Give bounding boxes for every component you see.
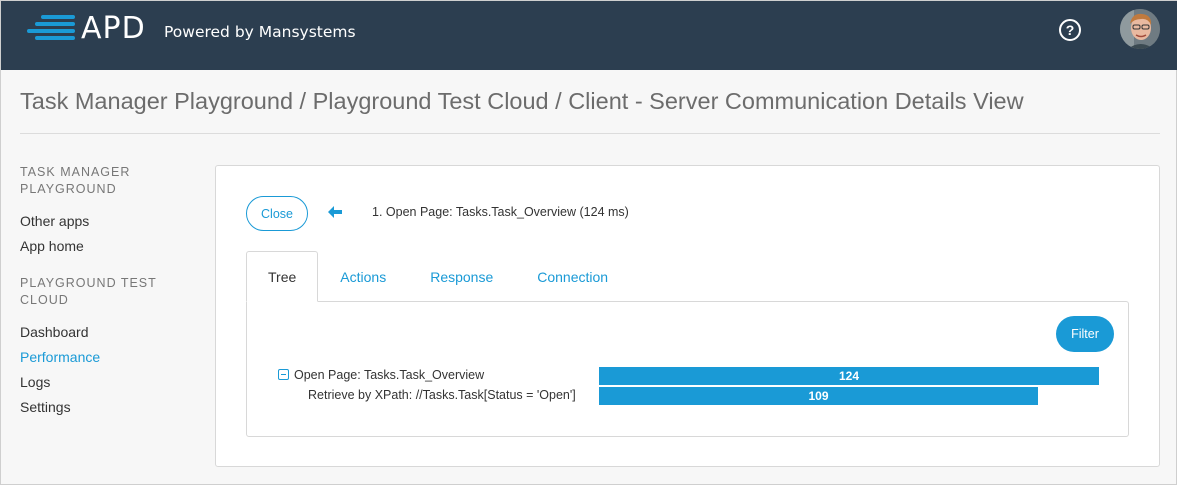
- tree-node-label: Retrieve by XPath: //Tasks.Task[Status =…: [308, 388, 576, 402]
- sidebar: TASK MANAGER PLAYGROUND Other apps App h…: [20, 164, 200, 420]
- filter-button[interactable]: Filter: [1056, 316, 1114, 352]
- duration-bar: 109: [599, 387, 1038, 405]
- close-button[interactable]: Close: [246, 196, 308, 231]
- tree-tab-content: Filter Open Page: Tasks.Task_Overview 12…: [246, 301, 1129, 437]
- sidebar-section-title: PLAYGROUND TEST CLOUD: [20, 276, 157, 307]
- sidebar-item-dashboard[interactable]: Dashboard: [20, 320, 200, 345]
- title-divider: [20, 133, 1160, 134]
- tab-response[interactable]: Response: [408, 251, 515, 302]
- avatar[interactable]: [1120, 9, 1160, 49]
- duration-value: 109: [808, 389, 829, 403]
- tree-row: Open Page: Tasks.Task_Overview 124: [247, 367, 1130, 385]
- sidebar-item-logs[interactable]: Logs: [20, 370, 200, 395]
- sidebar-item-settings[interactable]: Settings: [20, 395, 200, 420]
- duration-value: 124: [838, 369, 860, 383]
- user-avatar-icon: [1120, 9, 1160, 49]
- tab-tree[interactable]: Tree: [246, 251, 319, 302]
- logo-subtitle: Powered by Mansystems: [164, 23, 356, 41]
- sidebar-item-performance[interactable]: Performance: [20, 345, 200, 370]
- page-title: Task Manager Playground / Playground Tes…: [20, 88, 1024, 114]
- sidebar-section-title: TASK MANAGER PLAYGROUND: [20, 165, 131, 196]
- step-label: 1. Open Page: Tasks.Task_Overview (124 m…: [372, 205, 629, 219]
- sidebar-item-app-home[interactable]: App home: [20, 234, 200, 259]
- tab-actions[interactable]: Actions: [318, 251, 408, 302]
- help-icon[interactable]: ?: [1059, 19, 1081, 41]
- duration-bar: 124: [599, 367, 1099, 385]
- apd-logo-icon: [27, 15, 75, 40]
- help-glyph: ?: [1065, 22, 1075, 38]
- arrow-left-icon[interactable]: [328, 206, 342, 218]
- tab-connection[interactable]: Connection: [515, 251, 630, 302]
- logo-text[interactable]: APD: [81, 11, 146, 46]
- tree-row: Retrieve by XPath: //Tasks.Task[Status =…: [247, 387, 1130, 405]
- tab-bar: Tree Actions Response Connection: [246, 251, 630, 302]
- sidebar-item-other-apps[interactable]: Other apps: [20, 209, 200, 234]
- tree-node-label: Open Page: Tasks.Task_Overview: [294, 368, 485, 382]
- top-bar: APD Powered by Mansystems ?: [1, 1, 1177, 70]
- details-panel: Close 1. Open Page: Tasks.Task_Overview …: [215, 165, 1160, 467]
- collapse-icon[interactable]: [278, 369, 289, 380]
